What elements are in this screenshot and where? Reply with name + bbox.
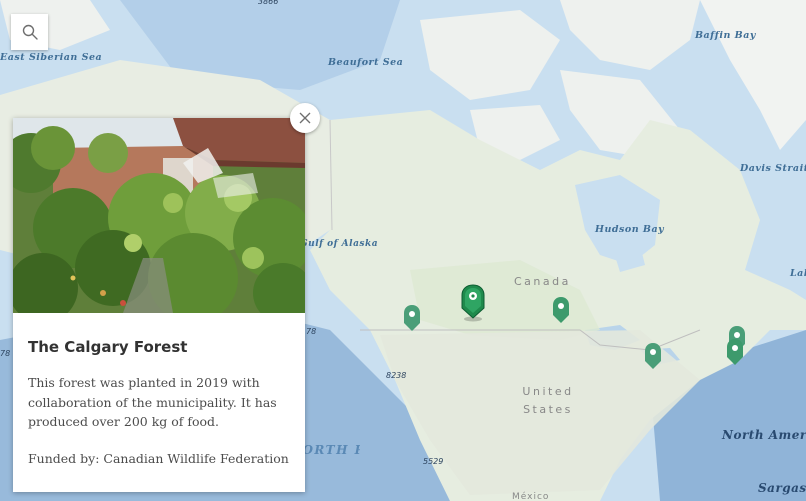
label-sargasso: Sargas <box>758 481 806 495</box>
search-button[interactable] <box>11 14 48 50</box>
label-baffin-bay: Baffin Bay <box>695 30 756 41</box>
popup-description: This forest was planted in 2019 with col… <box>28 375 277 429</box>
depth-label: 3866 <box>258 0 279 6</box>
label-davis-strait: Davis Strait <box>740 163 806 174</box>
depth-label: 78 <box>306 327 317 336</box>
depth-label: 5529 <box>423 457 444 466</box>
map-pin-icon <box>645 343 661 369</box>
popup-photo <box>13 118 305 313</box>
label-canada: Canada <box>514 275 571 288</box>
label-mexico: México <box>512 492 550 501</box>
map-pin-icon <box>404 305 420 331</box>
label-hudson-bay: Hudson Bay <box>595 224 665 235</box>
map-pin-icon <box>727 339 743 365</box>
depth-label: 8238 <box>386 371 407 380</box>
popup-funded-by: Funded by: Canadian Wildlife Federation <box>28 451 289 466</box>
popup-title: The Calgary Forest <box>28 338 188 356</box>
map-pin-icon <box>553 297 569 323</box>
search-icon <box>22 24 38 40</box>
close-icon <box>299 112 311 124</box>
label-gulf-of-alaska: Gulf of Alaska <box>300 239 379 249</box>
garden-photo <box>13 118 305 313</box>
label-north-american-basin: North American Basin <box>722 428 806 442</box>
label-east-siberian-sea: East Siberian Sea <box>0 52 102 64</box>
label-beaufort-sea: Beaufort Sea <box>328 57 404 68</box>
label-labrador: Lab <box>790 268 806 279</box>
map-pin-selected-icon <box>461 284 485 322</box>
feature-popup: The Calgary Forest This forest was plant… <box>13 118 305 492</box>
depth-label: 78 <box>0 349 11 358</box>
popup-close-button[interactable] <box>290 103 320 133</box>
label-united-states: United States <box>522 385 574 416</box>
